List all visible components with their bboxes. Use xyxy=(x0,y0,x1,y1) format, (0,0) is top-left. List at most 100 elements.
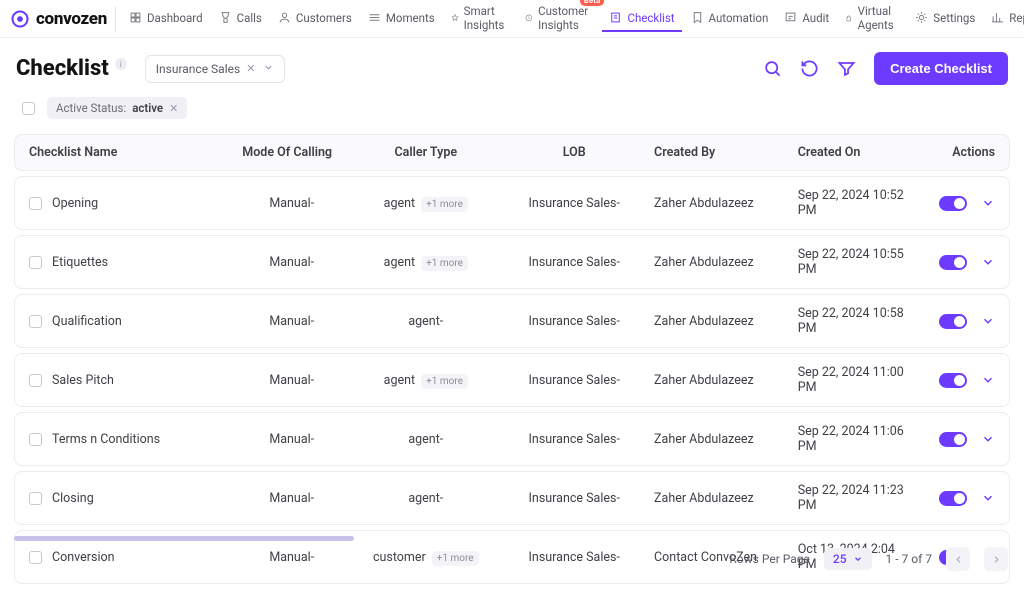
rows-per-page-label: Rows Per Page xyxy=(729,552,809,566)
cell-mode: Manual- xyxy=(234,294,349,348)
cell-lob: Insurance Sales- xyxy=(502,294,646,348)
nav-icon xyxy=(691,11,704,24)
active-toggle[interactable] xyxy=(939,255,967,270)
table-row[interactable]: Sales PitchManual-agent+1 moreInsurance … xyxy=(14,353,1010,407)
cell-mode: Manual- xyxy=(234,412,349,466)
active-toggle[interactable] xyxy=(939,314,967,329)
checklist-table-wrap: Checklist Name Mode Of Calling Caller Ty… xyxy=(0,129,1024,589)
expand-row-button[interactable] xyxy=(981,491,995,505)
cell-created-by: Zaher Abdulazeez xyxy=(646,294,790,348)
cell-mode: Manual- xyxy=(234,353,349,407)
cell-caller: agent- xyxy=(349,412,502,466)
filter-chip-insurance-sales[interactable]: Insurance Sales ✕ xyxy=(145,55,285,83)
expand-row-button[interactable] xyxy=(981,196,995,210)
close-icon[interactable]: ✕ xyxy=(169,102,178,115)
select-all-checkbox[interactable] xyxy=(22,102,35,115)
active-toggle[interactable] xyxy=(939,196,967,211)
more-badge[interactable]: +1 more xyxy=(432,551,479,566)
active-status-pill[interactable]: Active Status: active ✕ xyxy=(47,97,187,119)
nav-icon xyxy=(525,11,533,24)
next-page-button[interactable] xyxy=(984,547,1008,571)
col-actions: Actions xyxy=(924,134,1010,171)
row-checkbox[interactable] xyxy=(29,492,42,505)
brand[interactable]: convozen xyxy=(10,6,116,32)
table-header-row: Checklist Name Mode Of Calling Caller Ty… xyxy=(14,134,1010,171)
nav-items: Dashboard Calls Customers Moments Smart Insi… xyxy=(122,0,1024,39)
more-badge[interactable]: +1 more xyxy=(421,256,468,271)
horizontal-scrollbar[interactable] xyxy=(14,536,354,541)
create-checklist-button[interactable]: Create Checklist xyxy=(874,52,1008,85)
table-row[interactable]: Terms n Conditions Manual-agent-Insurance… xyxy=(14,412,1010,466)
row-checkbox[interactable] xyxy=(29,256,42,269)
nav-label: Checklist xyxy=(627,11,674,25)
row-checkbox[interactable] xyxy=(29,197,42,210)
col-created-on: Created On xyxy=(790,134,924,171)
nav-reports[interactable]: Reports xyxy=(984,6,1024,32)
cell-created-on: Sep 22, 2024 10:58 PM xyxy=(790,294,924,348)
checklist-name: Etiquettes xyxy=(52,255,108,270)
nav-label: Audit xyxy=(802,11,829,25)
nav-smart-insights[interactable]: Smart Insights xyxy=(444,0,517,39)
pagination-footer: Rows Per Page 25 1 - 7 of 7 xyxy=(729,547,1008,571)
table-row[interactable]: ClosingManual-agent-Insurance Sales-Zahe… xyxy=(14,471,1010,525)
cell-mode: Manual- xyxy=(234,471,349,525)
row-checkbox[interactable] xyxy=(29,374,42,387)
table-row[interactable]: QualificationManual-agent-Insurance Sale… xyxy=(14,294,1010,348)
checklist-name: Closing xyxy=(52,491,94,506)
nav-automation[interactable]: Automation xyxy=(684,6,776,32)
table-row[interactable]: OpeningManual-agent+1 moreInsurance Sale… xyxy=(14,176,1010,230)
expand-row-button[interactable] xyxy=(981,373,995,387)
nav-audit[interactable]: Audit xyxy=(777,6,836,32)
row-checkbox[interactable] xyxy=(29,433,42,446)
expand-row-button[interactable] xyxy=(981,432,995,446)
nav-calls[interactable]: Calls xyxy=(212,6,269,32)
nav-settings[interactable]: Settings xyxy=(908,6,982,32)
cell-mode: Manual- xyxy=(234,235,349,289)
expand-row-button[interactable] xyxy=(981,255,995,269)
nav-icon xyxy=(451,11,459,24)
row-checkbox[interactable] xyxy=(29,551,42,564)
titlebar-actions: Create Checklist xyxy=(763,52,1008,85)
filter-icon[interactable] xyxy=(837,59,856,78)
cell-caller: agent- xyxy=(349,294,502,348)
info-icon[interactable]: i xyxy=(115,58,127,70)
more-badge[interactable]: +1 more xyxy=(421,197,468,212)
refresh-icon[interactable] xyxy=(800,59,819,78)
cell-lob: Insurance Sales- xyxy=(502,353,646,407)
nav-customer-insights[interactable]: Customer InsightsBeta xyxy=(518,0,600,39)
active-toggle[interactable] xyxy=(939,491,967,506)
prev-page-button[interactable] xyxy=(946,547,970,571)
cell-created-on: Sep 22, 2024 10:55 PM xyxy=(790,235,924,289)
more-badge[interactable]: +1 more xyxy=(421,374,468,389)
cell-lob: Insurance Sales- xyxy=(502,412,646,466)
col-lob: LOB xyxy=(502,134,646,171)
nav-label: Smart Insights xyxy=(464,4,510,32)
nav-icon xyxy=(991,11,1004,24)
cell-lob: Insurance Sales- xyxy=(502,235,646,289)
nav-label: Customers xyxy=(296,11,352,25)
rows-per-page-select[interactable]: 25 xyxy=(824,548,872,570)
close-icon[interactable]: ✕ xyxy=(246,62,255,75)
filter-chip-label: Insurance Sales xyxy=(156,62,240,76)
table-row[interactable]: EtiquettesManual-agent+1 moreInsurance S… xyxy=(14,235,1010,289)
nav-checklist[interactable]: Checklist xyxy=(602,6,681,32)
checklist-name: Terms n Conditions xyxy=(52,432,160,447)
nav-label: Customer Insights xyxy=(538,4,593,32)
nav-virtual-agents[interactable]: Virtual Agents xyxy=(838,0,906,39)
nav-dashboard[interactable]: Dashboard xyxy=(122,6,210,32)
cell-created-by: Zaher Abdulazeez xyxy=(646,235,790,289)
chevron-down-icon[interactable] xyxy=(263,62,274,76)
row-checkbox[interactable] xyxy=(29,315,42,328)
search-icon[interactable] xyxy=(763,59,782,78)
expand-row-button[interactable] xyxy=(981,314,995,328)
nav-moments[interactable]: Moments xyxy=(361,6,442,32)
active-status-value: active xyxy=(132,101,163,115)
checklist-table: Checklist Name Mode Of Calling Caller Ty… xyxy=(14,129,1010,589)
active-toggle[interactable] xyxy=(939,432,967,447)
active-toggle[interactable] xyxy=(939,373,967,388)
cell-created-by: Zaher Abdulazeez xyxy=(646,471,790,525)
nav-icon xyxy=(219,11,232,24)
nav-customers[interactable]: Customers xyxy=(271,6,359,32)
nav-icon xyxy=(129,11,142,24)
nav-label: Dashboard xyxy=(147,11,203,25)
